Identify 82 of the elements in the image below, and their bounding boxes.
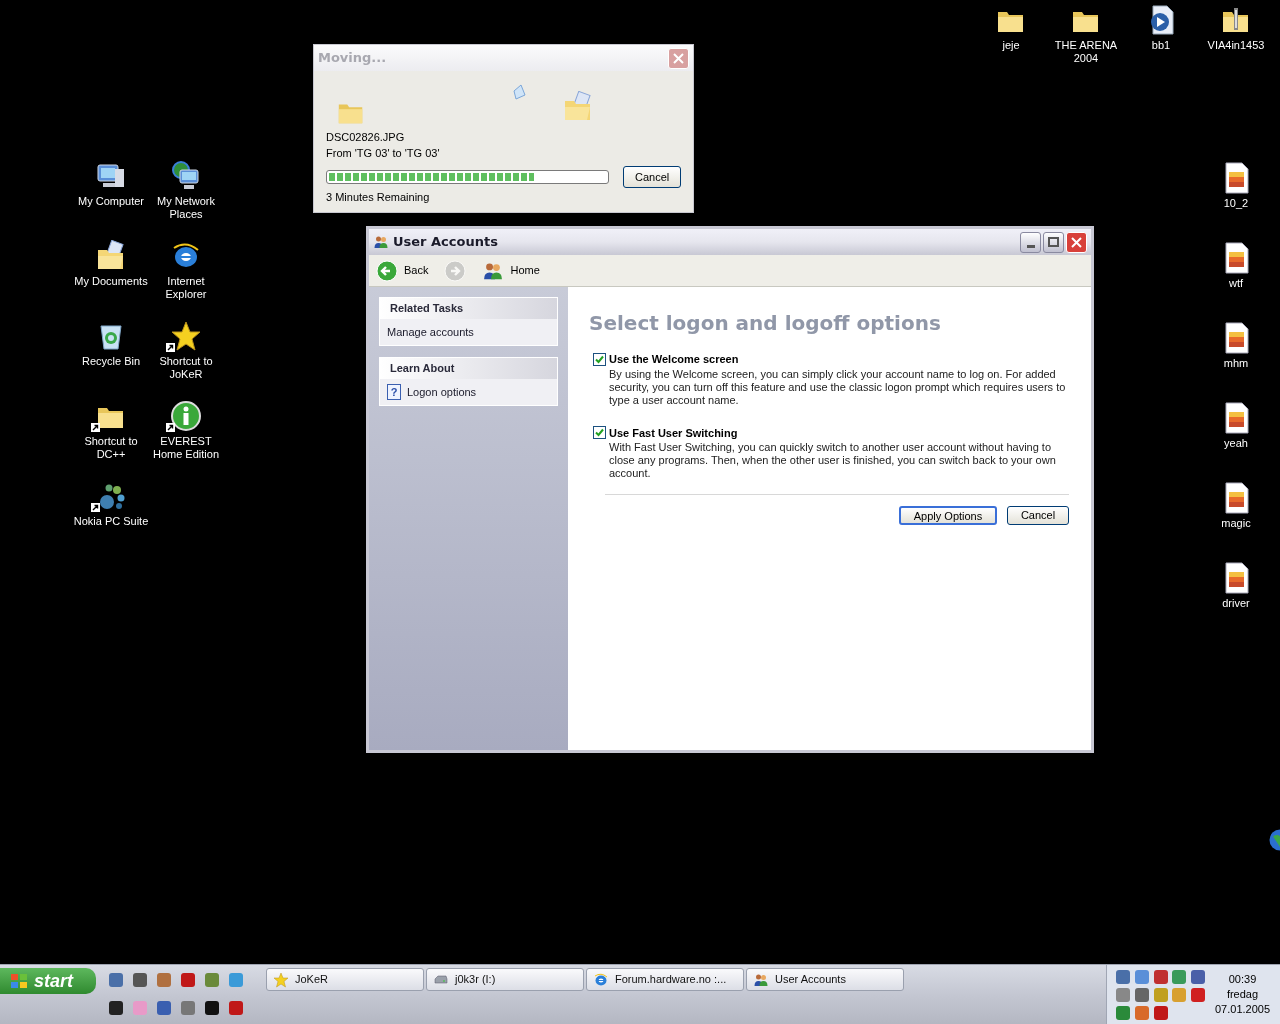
taskbar-button[interactable]: Forum.hardware.no :... xyxy=(586,968,744,991)
tray-icon[interactable] xyxy=(1133,968,1150,985)
task-link[interactable]: Manage accounts xyxy=(387,322,550,342)
desktop-icon-label[interactable]: driver xyxy=(1222,597,1250,610)
desktop-icon-label[interactable]: Recycle Bin xyxy=(81,355,141,368)
minimize-icon xyxy=(1026,244,1035,248)
option-description: With Fast User Switching, you can quickly switch to another user account without having to close any programs. Then, when the other user is finished, you can switch back to your own account. xyxy=(609,441,1057,480)
close-icon xyxy=(1071,236,1082,248)
quick-launch-icon[interactable] xyxy=(108,1000,124,1016)
desktop-icon-label[interactable]: Shortcut to JoKeR xyxy=(148,355,224,381)
tray-icon[interactable] xyxy=(1115,968,1131,985)
time-remaining: 3 Minutes Remaining xyxy=(326,190,431,205)
star-icon xyxy=(170,320,202,352)
option-label: Use Fast User Switching xyxy=(609,425,738,441)
desktop-icon-label[interactable]: mhm xyxy=(1223,357,1249,370)
window-title: User Accounts xyxy=(393,233,499,252)
tray-icon[interactable] xyxy=(1171,968,1188,985)
desktop-icon-label[interactable]: THE ARENA 2004 xyxy=(1048,39,1124,65)
taskbar-button[interactable]: j0k3r (I:) xyxy=(426,968,584,991)
desktop-icon-label[interactable]: My Network Places xyxy=(148,195,224,221)
desktop-icon-label[interactable]: yeah xyxy=(1224,437,1248,450)
quick-launch-icon[interactable] xyxy=(132,972,148,988)
close-icon xyxy=(673,52,684,64)
minimize-button[interactable] xyxy=(1020,231,1041,253)
desktop-icon-label[interactable]: Shortcut to DC++ xyxy=(73,435,149,461)
panel-heading: Related Tasks xyxy=(390,301,464,317)
desktop-icon-label[interactable]: 10_2 xyxy=(1223,197,1249,210)
panel-heading: Learn About xyxy=(390,361,455,377)
clock-day: fredag xyxy=(1226,987,1259,1002)
close-button[interactable] xyxy=(1066,231,1087,253)
clock-time: 00:39 xyxy=(1228,972,1257,987)
desktop-icon-label[interactable]: My Computer xyxy=(78,195,144,208)
flying-paper-icon xyxy=(511,83,527,101)
taskbar-button[interactable]: User Accounts xyxy=(746,968,904,991)
page-heading: Select logon and logoff options xyxy=(589,310,942,337)
tray-icon[interactable] xyxy=(1152,968,1169,985)
dialog-button[interactable]: Cancel xyxy=(1007,506,1069,525)
check-icon xyxy=(595,428,604,438)
desktop-icon-label[interactable]: jeje xyxy=(1002,39,1020,52)
desktop-icon-label[interactable]: VIA4in1453 xyxy=(1207,39,1265,52)
checkbox[interactable] xyxy=(593,352,606,366)
desktop-icon-label[interactable]: wtf xyxy=(1228,277,1244,290)
close-button[interactable] xyxy=(668,47,689,69)
info-icon xyxy=(170,400,202,432)
desktop-icon-label[interactable]: magic xyxy=(1221,517,1251,530)
tray-icon[interactable] xyxy=(1133,1004,1150,1021)
desktop-icon-label[interactable]: Nokia PC Suite xyxy=(73,515,149,528)
star-icon xyxy=(273,971,289,988)
desktop-icon-label[interactable]: bb1 xyxy=(1151,39,1171,52)
help-icon: ? xyxy=(387,384,401,400)
maximize-button[interactable] xyxy=(1043,231,1064,253)
back-button[interactable]: Back xyxy=(372,258,433,283)
check-icon xyxy=(595,354,604,364)
quick-launch-icon[interactable] xyxy=(204,1000,220,1016)
task-link[interactable]: ? Logon options xyxy=(387,382,550,402)
tray-icon[interactable] xyxy=(1133,986,1150,1003)
tray-icon[interactable] xyxy=(1152,1004,1169,1021)
folder-icon xyxy=(562,91,594,123)
maximize-icon xyxy=(1048,237,1059,247)
browser-icon xyxy=(593,971,609,988)
move-route: From 'TG 03' to 'TG 03' xyxy=(326,146,441,161)
desktop-icon-label[interactable]: My Documents xyxy=(74,275,148,288)
network-computer-icon xyxy=(170,160,202,192)
dialog-button[interactable]: Apply Options xyxy=(899,506,997,525)
tray-icon[interactable] xyxy=(1190,968,1207,985)
users-icon xyxy=(373,234,389,250)
home-button[interactable]: Home xyxy=(478,258,544,283)
clock-date: 07.01.2005 xyxy=(1214,1002,1271,1017)
checkbox[interactable] xyxy=(593,426,606,440)
option-label: Use the Welcome screen xyxy=(609,352,739,367)
windows-logo-icon xyxy=(10,973,28,989)
tray-icon[interactable] xyxy=(1115,1004,1131,1021)
cancel-button[interactable]: Cancel xyxy=(623,166,681,188)
tray-icon[interactable] xyxy=(1190,986,1207,1003)
window-title: Moving... xyxy=(318,49,388,68)
desktop-icon-label[interactable]: Internet Explorer xyxy=(148,275,224,301)
tray-icon[interactable] xyxy=(1115,986,1131,1003)
file-name: DSC02826.JPG xyxy=(326,130,406,145)
taskbar-button[interactable]: JoKeR xyxy=(266,968,424,991)
folder-icon xyxy=(95,240,127,272)
desktop-icon-label[interactable]: EVEREST Home Edition xyxy=(148,435,224,461)
option-description: By using the Welcome screen, you can simply click your account name to log on. For added security, you can turn off this feature and use the classic logon prompt which requires users to type a user account name. xyxy=(609,367,1067,407)
